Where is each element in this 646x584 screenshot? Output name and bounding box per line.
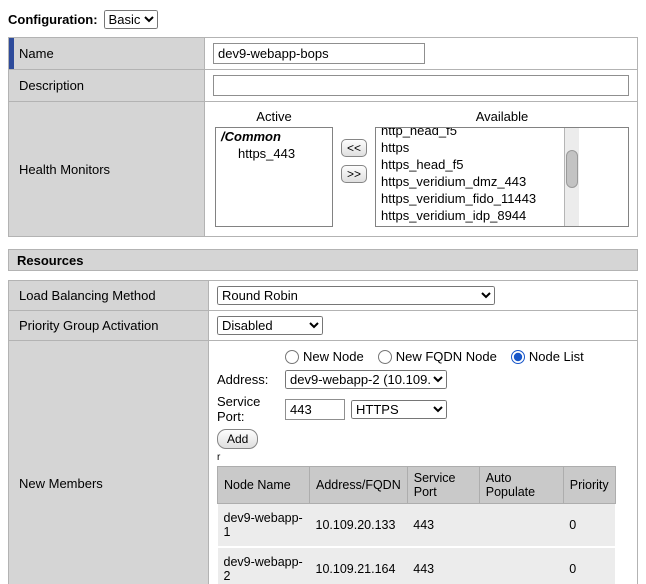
address-field-row: Address: dev9-webapp-2 (10.109.21.164) — [217, 370, 629, 389]
member-node-name: dev9-webapp-1 — [218, 504, 310, 548]
member-node-name: dev9-webapp-2 — [218, 547, 310, 584]
description-input[interactable] — [213, 75, 629, 96]
required-indicator — [9, 38, 14, 69]
available-monitor-item[interactable]: https_head_f5 — [376, 156, 564, 173]
service-port-label: Service Port: — [217, 394, 285, 424]
node-list-radio[interactable] — [511, 350, 525, 364]
available-list-title: Available — [375, 109, 629, 127]
load-balancing-select[interactable]: Round Robin — [217, 286, 495, 305]
load-balancing-label: Load Balancing Method — [19, 288, 156, 303]
scrollbar-thumb[interactable] — [566, 150, 578, 188]
radio-node-list[interactable]: Node List — [511, 349, 584, 364]
member-row[interactable]: dev9-webapp-1 10.109.20.133 443 0 — [218, 504, 616, 548]
move-to-active-button[interactable]: << — [341, 139, 367, 157]
member-auto-populate — [479, 504, 563, 548]
description-row: Description — [9, 70, 638, 102]
column-header-priority: Priority — [563, 467, 615, 504]
member-address: 10.109.20.133 — [310, 504, 408, 548]
member-priority: 0 — [563, 504, 615, 548]
name-row: Name — [9, 38, 638, 70]
member-auto-populate — [479, 547, 563, 584]
new-fqdn-node-radio[interactable] — [378, 350, 392, 364]
active-list-title: Active — [215, 109, 333, 127]
load-balancing-row: Load Balancing Method Round Robin — [9, 281, 638, 311]
health-monitors-label: Health Monitors — [19, 162, 110, 177]
member-priority: 0 — [563, 547, 615, 584]
service-port-input[interactable] — [285, 399, 345, 420]
new-node-radio-label: New Node — [303, 349, 364, 364]
health-monitors-row: Health Monitors Active /Common https_443… — [9, 102, 638, 237]
priority-group-row: Priority Group Activation Disabled — [9, 311, 638, 341]
members-table: Node Name Address/FQDN Service Port Auto… — [217, 466, 616, 584]
name-label: Name — [19, 46, 54, 61]
column-header-node-name: Node Name — [218, 467, 310, 504]
column-header-auto-populate: Auto Populate — [479, 467, 563, 504]
member-address: 10.109.21.164 — [310, 547, 408, 584]
description-label: Description — [19, 78, 84, 93]
radio-new-node[interactable]: New Node — [285, 349, 364, 364]
active-monitor-item[interactable]: https_443 — [216, 145, 332, 162]
monitor-partition-group: /Common — [216, 128, 332, 145]
priority-group-label: Priority Group Activation — [19, 318, 158, 333]
move-to-available-button[interactable]: >> — [341, 165, 367, 183]
service-port-field-row: Service Port: HTTPS — [217, 394, 629, 424]
configuration-label: Configuration: — [8, 12, 98, 27]
available-monitor-item[interactable]: https_veridium_fido_11443 — [376, 190, 564, 207]
column-header-address: Address/FQDN — [310, 467, 408, 504]
available-monitors-list[interactable]: http_head_f5 https https_head_f5 https_v… — [376, 128, 564, 226]
address-select[interactable]: dev9-webapp-2 (10.109.21.164) — [285, 370, 447, 389]
resources-section-header: Resources — [8, 249, 638, 271]
new-members-label: New Members — [19, 476, 103, 491]
available-monitor-item[interactable]: https_veridium_dmz_443 — [376, 173, 564, 190]
configuration-select[interactable]: Basic — [104, 10, 158, 29]
pool-configuration-page: Configuration: Basic Name Description — [0, 0, 646, 584]
member-row[interactable]: dev9-webapp-2 10.109.21.164 443 0 — [218, 547, 616, 584]
available-monitor-item[interactable]: https — [376, 139, 564, 156]
radio-new-fqdn-node[interactable]: New FQDN Node — [378, 349, 497, 364]
general-properties-table: Name Description Health Monitors Active — [8, 37, 638, 237]
members-table-caption: r — [217, 453, 629, 463]
members-header-row: Node Name Address/FQDN Service Port Auto… — [218, 467, 616, 504]
new-members-row: New Members New Node New FQDN Node Node … — [9, 341, 638, 584]
new-fqdn-node-radio-label: New FQDN Node — [396, 349, 497, 364]
resources-table: Load Balancing Method Round Robin Priori… — [8, 280, 638, 584]
available-list-scrollbar[interactable] — [564, 128, 579, 226]
available-monitor-item[interactable]: http_head_f5 — [376, 128, 564, 139]
name-input[interactable] — [213, 43, 425, 64]
priority-group-select[interactable]: Disabled — [217, 316, 323, 335]
service-type-select[interactable]: HTTPS — [351, 400, 447, 419]
node-list-radio-label: Node List — [529, 349, 584, 364]
add-member-button[interactable]: Add — [217, 429, 258, 449]
member-service-port: 443 — [407, 547, 479, 584]
member-type-radio-group: New Node New FQDN Node Node List — [285, 349, 629, 364]
available-monitor-item[interactable]: https_veridium_idp_8944 — [376, 207, 564, 224]
new-node-radio[interactable] — [285, 350, 299, 364]
configuration-row: Configuration: Basic — [8, 10, 638, 29]
member-service-port: 443 — [407, 504, 479, 548]
active-monitors-list[interactable]: /Common https_443 — [215, 127, 333, 227]
address-label: Address: — [217, 372, 285, 387]
column-header-service-port: Service Port — [407, 467, 479, 504]
